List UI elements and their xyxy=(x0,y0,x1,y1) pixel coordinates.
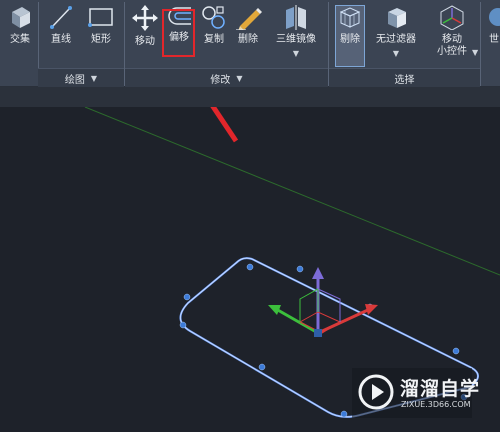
annotation-arrow xyxy=(210,107,239,143)
ucs-gizmo[interactable] xyxy=(268,267,378,337)
mirror3d-icon xyxy=(286,5,306,30)
select-panel-title[interactable]: 选择 xyxy=(329,68,480,87)
copy-label: 复制 xyxy=(204,34,224,45)
eraser-pencil-icon xyxy=(236,8,262,30)
chevron-down-icon[interactable]: ▼ xyxy=(370,48,422,60)
chevron-down-icon[interactable]: ▼ xyxy=(268,48,324,60)
mirror3d-tool[interactable]: 三维镜像 ▼ xyxy=(268,4,324,60)
move-arrows-icon xyxy=(132,5,158,31)
move-label: 移动 xyxy=(135,36,155,47)
offset-highlight-box xyxy=(162,9,195,57)
no-filter-label: 无过滤器 xyxy=(376,34,416,45)
draw-panel-title[interactable]: 绘图 ▼ xyxy=(38,68,124,87)
line-label: 直线 xyxy=(51,34,71,45)
move-gizmo-tool[interactable]: 移动 小控件 xyxy=(432,4,472,58)
move-gizmo-label-line1: 移动 xyxy=(442,34,462,45)
ribbon: 交集 直线 矩形 绘图 ▼ 移动 偏移 复制 删除 三维镜像 ▼ 修改 ▼ 剔除… xyxy=(0,0,500,87)
rectangle-icon xyxy=(88,8,113,27)
chevron-down-icon[interactable]: ▼ xyxy=(472,48,478,57)
intersect-tool[interactable]: 交集 xyxy=(3,4,37,46)
no-filter-tool[interactable]: 无过滤器 ▼ xyxy=(370,4,422,60)
erase-tool[interactable]: 删除 xyxy=(233,4,263,46)
intersect-icon xyxy=(12,7,30,28)
line-icon xyxy=(50,6,72,29)
cull-label: 剔除 xyxy=(340,34,360,45)
copy-tool[interactable]: 复制 xyxy=(199,4,229,46)
move-gizmo-label-line2: 小控件 xyxy=(437,46,467,57)
draw-panel-label: 绘图 xyxy=(64,74,85,86)
watermark: 溜溜自学 ZIXUE.3D66.COM xyxy=(352,368,479,418)
watermark-url: ZIXUE.3D66.COM xyxy=(401,400,471,409)
separator xyxy=(480,2,481,86)
filter-cube-icon xyxy=(388,8,406,28)
cull-cube-icon xyxy=(339,7,361,28)
move-tool[interactable]: 移动 xyxy=(129,4,161,48)
intersect-label: 交集 xyxy=(10,34,30,45)
gizmo-icon xyxy=(440,5,464,30)
chevron-down-icon: ▼ xyxy=(90,73,98,83)
cull-tool[interactable]: 剔除 xyxy=(335,4,365,46)
select-panel-label: 选择 xyxy=(394,74,415,86)
rectangle-label: 矩形 xyxy=(91,34,111,45)
chevron-down-icon: ▼ xyxy=(236,73,243,83)
play-logo-icon xyxy=(358,374,394,410)
rectangle-tool[interactable]: 矩形 xyxy=(84,4,118,46)
file-tab-strip xyxy=(0,87,500,107)
watermark-brand: 溜溜自学 xyxy=(400,378,481,400)
copy-icon xyxy=(202,6,225,29)
grid-axis-line xyxy=(84,107,500,276)
partial-tool-label: 世 xyxy=(489,34,499,45)
modify-panel-title[interactable]: 修改 ▼ xyxy=(125,68,328,87)
partial-tool[interactable]: 世 xyxy=(484,4,500,46)
modify-panel-label: 修改 xyxy=(210,74,231,86)
erase-label: 删除 xyxy=(238,34,258,45)
partial-tool-icon xyxy=(489,8,500,26)
line-tool[interactable]: 直线 xyxy=(44,4,78,46)
mirror3d-label: 三维镜像 xyxy=(276,34,316,45)
